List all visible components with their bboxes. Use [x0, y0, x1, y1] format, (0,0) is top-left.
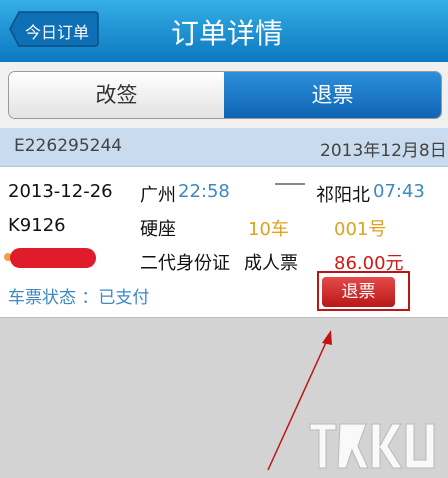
- watermark-logo-icon: [309, 423, 435, 469]
- annotation-arrow: [267, 330, 332, 471]
